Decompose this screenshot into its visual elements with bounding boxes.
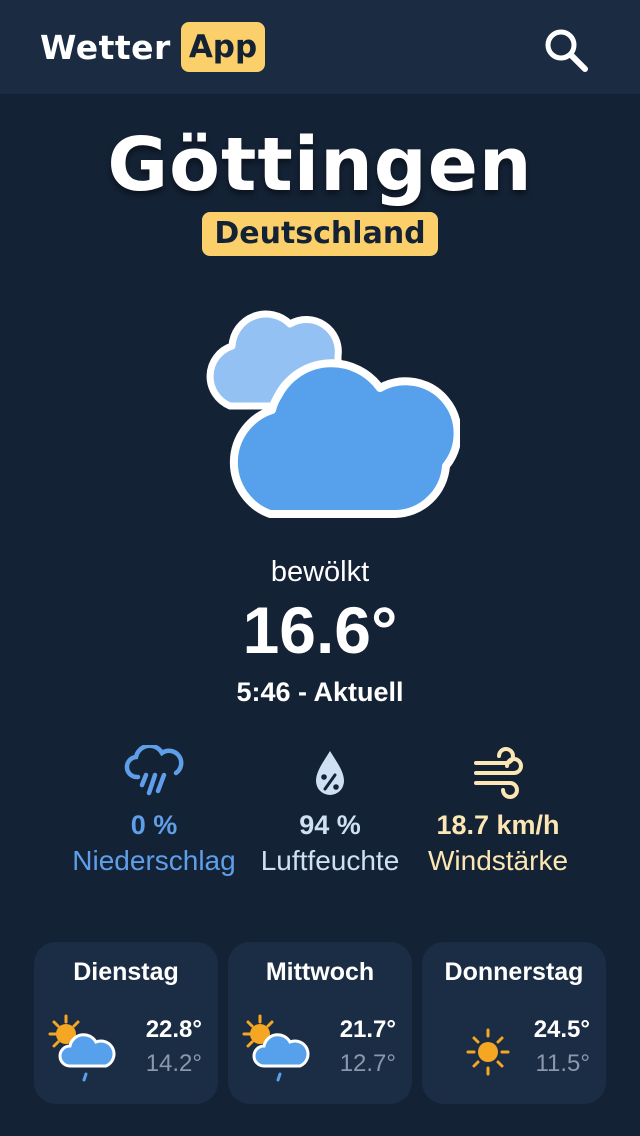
logo-badge: App (180, 22, 266, 72)
forecast-low: 12.7° (339, 1050, 396, 1077)
forecast-card-wednesday[interactable]: Mittwoch 21.7° 12.7° (228, 942, 412, 1104)
weather-condition: bewölkt (270, 556, 370, 588)
country-badge: Deutschland (202, 212, 438, 256)
precipitation-label: Niederschlag (72, 845, 236, 876)
city-name: Göttingen (107, 122, 533, 208)
forecast-low: 11.5° (535, 1050, 590, 1077)
app-header: Wetter App (0, 0, 640, 94)
stat-precipitation: 0 % Niederschlag (64, 742, 244, 877)
app-logo[interactable]: Wetter App (40, 22, 266, 72)
forecast-day: Mittwoch (265, 958, 375, 986)
wind-icon (474, 747, 523, 799)
humidity-label: Luftfeuchte (260, 845, 400, 876)
current-time: 5:46 - Aktuell (236, 677, 404, 707)
search-button[interactable] (538, 22, 594, 78)
search-icon (545, 29, 588, 72)
forecast-day: Dienstag (73, 958, 179, 986)
current-temperature: 16.6° (242, 593, 398, 667)
wind-value: 18.7 km/h (436, 810, 560, 840)
cloudy-icon (206, 310, 460, 518)
forecast-high: 24.5° (533, 1016, 590, 1043)
sun-cloud-rain-icon (242, 1014, 310, 1082)
forecast-high: 22.8° (145, 1016, 202, 1043)
logo-text: Wetter (40, 27, 171, 67)
wind-label: Windstärke (427, 845, 569, 876)
forecast-day: Donnerstag (444, 958, 584, 986)
forecast-high: 21.7° (339, 1016, 396, 1043)
humidity-drop-icon (316, 751, 344, 795)
sun-icon (466, 1028, 510, 1076)
sun-cloud-rain-icon (48, 1014, 116, 1082)
stat-humidity: 94 % Luftfeuchte (250, 742, 410, 877)
country-badge-wrap: Deutschland (0, 212, 640, 256)
forecast-card-thursday[interactable]: Donnerstag 24.5° 11.5° (422, 942, 606, 1104)
forecast-card-tuesday[interactable]: Dienstag 22.8° 14.2° (34, 942, 218, 1104)
humidity-value: 94 % (299, 810, 361, 840)
precipitation-value: 0 % (130, 810, 178, 840)
stat-wind: 18.7 km/h Windstärke (418, 742, 578, 877)
forecast-low: 14.2° (145, 1050, 202, 1077)
rain-cloud-icon (124, 745, 184, 796)
